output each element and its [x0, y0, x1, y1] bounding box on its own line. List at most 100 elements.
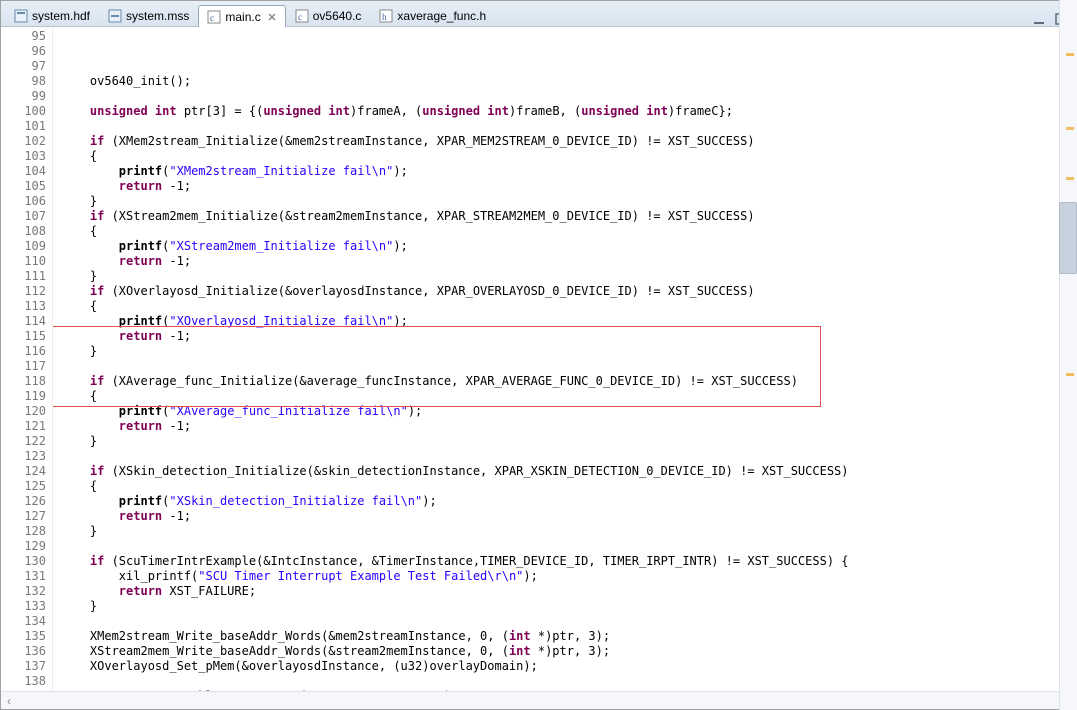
code-line[interactable]: printf("XMem2stream_Initialize fail\n");: [61, 164, 1076, 179]
code-line[interactable]: printf("XAverage_func_Initialize fail\n"…: [61, 404, 1076, 419]
line-number: 126: [3, 494, 46, 509]
code-line[interactable]: {: [61, 479, 1076, 494]
tab-label: xaverage_func.h: [397, 9, 486, 23]
code-line[interactable]: [61, 614, 1076, 629]
line-number: 96: [3, 44, 46, 59]
code-line[interactable]: {: [61, 299, 1076, 314]
vertical-scrollbar-thumb[interactable]: [1059, 202, 1076, 274]
line-number: 108: [3, 224, 46, 239]
code-line[interactable]: if (ScuTimerIntrExample(&IntcInstance, &…: [61, 554, 1076, 569]
line-number: 138: [3, 674, 46, 689]
code-content[interactable]: ov5640_init(); unsigned int ptr[3] = {(u…: [53, 27, 1076, 691]
line-number: 95: [3, 29, 46, 44]
tab-system-hdf[interactable]: system.hdf: [5, 4, 99, 26]
tab-label: system.mss: [126, 9, 189, 23]
line-number: 104: [3, 164, 46, 179]
horizontal-scrollbar[interactable]: ‹ ›: [1, 691, 1076, 709]
file-h-icon: h: [379, 9, 393, 23]
code-line[interactable]: }: [61, 269, 1076, 284]
code-line[interactable]: return -1;: [61, 509, 1076, 524]
code-line[interactable]: printf("XOverlayosd_Initialize fail\n");: [61, 314, 1076, 329]
code-line[interactable]: ov5640_init();: [61, 74, 1076, 89]
line-number: 111: [3, 269, 46, 284]
file-mss-icon: [108, 9, 122, 23]
code-line[interactable]: }: [61, 194, 1076, 209]
svg-text:h: h: [382, 12, 387, 22]
code-line[interactable]: XStream2mem_Write_baseAddr_Words(&stream…: [61, 644, 1076, 659]
line-number: 131: [3, 569, 46, 584]
line-number: 135: [3, 629, 46, 644]
minimize-icon[interactable]: [1032, 12, 1046, 26]
code-line[interactable]: if (XAverage_func_Initialize(&average_fu…: [61, 374, 1076, 389]
code-line[interactable]: printf("XSkin_detection_Initialize fail\…: [61, 494, 1076, 509]
line-number: 102: [3, 134, 46, 149]
line-number: 112: [3, 284, 46, 299]
code-line[interactable]: [61, 674, 1076, 689]
code-line[interactable]: return -1;: [61, 179, 1076, 194]
code-line[interactable]: [61, 119, 1076, 134]
file-c-icon: c: [295, 9, 309, 23]
code-line[interactable]: return -1;: [61, 329, 1076, 344]
line-number: 136: [3, 644, 46, 659]
line-number: 120: [3, 404, 46, 419]
line-number: 109: [3, 239, 46, 254]
scroll-left-icon[interactable]: ‹: [1, 693, 17, 709]
line-number: 132: [3, 584, 46, 599]
tab-system-mss[interactable]: system.mss: [99, 4, 198, 26]
line-number: 115: [3, 329, 46, 344]
code-line[interactable]: printf("XStream2mem_Initialize fail\n");: [61, 239, 1076, 254]
line-number: 119: [3, 389, 46, 404]
editor-tabbar: system.hdf system.mss c main.c c ov5640.c hxav…: [1, 1, 1076, 27]
line-number: 125: [3, 479, 46, 494]
code-line[interactable]: return XST_FAILURE;: [61, 584, 1076, 599]
svg-text:c: c: [210, 13, 214, 23]
tab-main-c[interactable]: c main.c: [198, 5, 285, 27]
tab-label: main.c: [225, 10, 260, 24]
line-number: 100: [3, 104, 46, 119]
overview-mark: [1066, 177, 1074, 180]
line-number: 127: [3, 509, 46, 524]
line-number: 121: [3, 419, 46, 434]
code-line[interactable]: {: [61, 149, 1076, 164]
line-number: 128: [3, 524, 46, 539]
code-line[interactable]: XMem2stream_Write_baseAddr_Words(&mem2st…: [61, 629, 1076, 644]
line-number: 118: [3, 374, 46, 389]
line-number: 110: [3, 254, 46, 269]
tab-xaverage_func-h[interactable]: h xaverage_func.h: [370, 4, 495, 26]
line-number: 130: [3, 554, 46, 569]
code-line[interactable]: return -1;: [61, 254, 1076, 269]
code-line[interactable]: [61, 89, 1076, 104]
tab-label: ov5640.c: [313, 9, 362, 23]
code-line[interactable]: if (XOverlayosd_Initialize(&overlayosdIn…: [61, 284, 1076, 299]
code-line[interactable]: }: [61, 344, 1076, 359]
code-line[interactable]: if (XStream2mem_Initialize(&stream2memIn…: [61, 209, 1076, 224]
code-line[interactable]: {: [61, 389, 1076, 404]
code-line[interactable]: return -1;: [61, 419, 1076, 434]
ide-window: system.hdf system.mss c main.c c ov5640.c hxav…: [0, 0, 1077, 710]
line-number: 113: [3, 299, 46, 314]
code-line[interactable]: }: [61, 599, 1076, 614]
code-line[interactable]: [61, 539, 1076, 554]
line-number: 101: [3, 119, 46, 134]
overview-ruler[interactable]: [1059, 27, 1076, 691]
code-line[interactable]: {: [61, 224, 1076, 239]
file-c-icon: c: [207, 10, 221, 24]
close-icon[interactable]: [267, 12, 277, 22]
hscroll-track[interactable]: [17, 693, 1060, 709]
tab-ov5640-c[interactable]: c ov5640.c: [286, 4, 371, 26]
code-line[interactable]: unsigned int ptr[3] = {(unsigned int)fra…: [61, 104, 1076, 119]
code-line[interactable]: if (XSkin_detection_Initialize(&skin_det…: [61, 464, 1076, 479]
code-line[interactable]: XMem2stream_EnableAutoRestart(&mem2strea…: [61, 689, 1076, 691]
code-line[interactable]: XOverlayosd_Set_pMem(&overlayosdInstance…: [61, 659, 1076, 674]
code-line[interactable]: }: [61, 434, 1076, 449]
svg-text:c: c: [298, 12, 302, 22]
code-line[interactable]: }: [61, 524, 1076, 539]
line-number: 133: [3, 599, 46, 614]
code-line[interactable]: [61, 359, 1076, 374]
line-number: 106: [3, 194, 46, 209]
line-number: 117: [3, 359, 46, 374]
code-line[interactable]: if (XMem2stream_Initialize(&mem2streamIn…: [61, 134, 1076, 149]
line-number-gutter: 9596979899100101102103104105106107108109…: [1, 27, 53, 691]
code-line[interactable]: xil_printf("SCU Timer Interrupt Example …: [61, 569, 1076, 584]
code-line[interactable]: [61, 449, 1076, 464]
